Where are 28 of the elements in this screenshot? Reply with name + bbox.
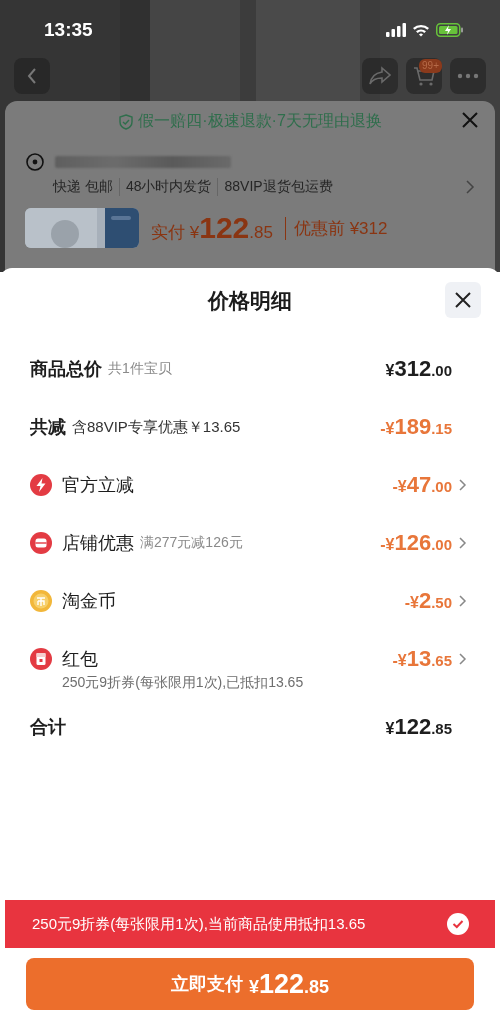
row-label: 红包 — [62, 648, 98, 671]
row-note: 满277元减126元 — [140, 534, 243, 552]
lightning-icon — [30, 474, 52, 496]
checkbox[interactable] — [447, 913, 469, 935]
row-note: 共1件宝贝 — [108, 360, 172, 378]
row-label: 合计 — [30, 716, 66, 739]
close-icon — [454, 291, 472, 309]
row-label: 店铺优惠 — [62, 532, 134, 555]
discount-amount: -¥13.65 — [392, 646, 452, 672]
pay-button[interactable]: 立即支付 ¥122.85 — [26, 958, 474, 1010]
discount-amount: -¥126.00 — [380, 530, 452, 556]
discount-amount: -¥189.15 — [380, 414, 452, 440]
close-button[interactable] — [445, 282, 481, 318]
discount-amount: -¥2.50 — [404, 588, 452, 614]
discount-amount: -¥47.00 — [392, 472, 452, 498]
price-amount: ¥312.00 — [385, 356, 452, 382]
row-label: 官方立减 — [62, 474, 134, 497]
row-detail: 250元9折券(每张限用1次),已抵扣13.65 — [61, 674, 305, 692]
sheet-title: 价格明细 — [208, 288, 292, 314]
price-amount: ¥122.85 — [385, 714, 452, 740]
envelope-icon — [30, 648, 52, 670]
coin-icon — [30, 590, 52, 612]
row-label: 共减 — [30, 416, 66, 439]
row-label: 商品总价 — [30, 358, 102, 381]
shop-icon — [30, 532, 52, 554]
row-note: 含88VIP专享优惠￥13.65 — [72, 417, 241, 437]
row-label: 淘金币 — [62, 590, 116, 613]
coupon-text: 250元9折券(每张限用1次),当前商品使用抵扣13.65 — [32, 914, 366, 934]
